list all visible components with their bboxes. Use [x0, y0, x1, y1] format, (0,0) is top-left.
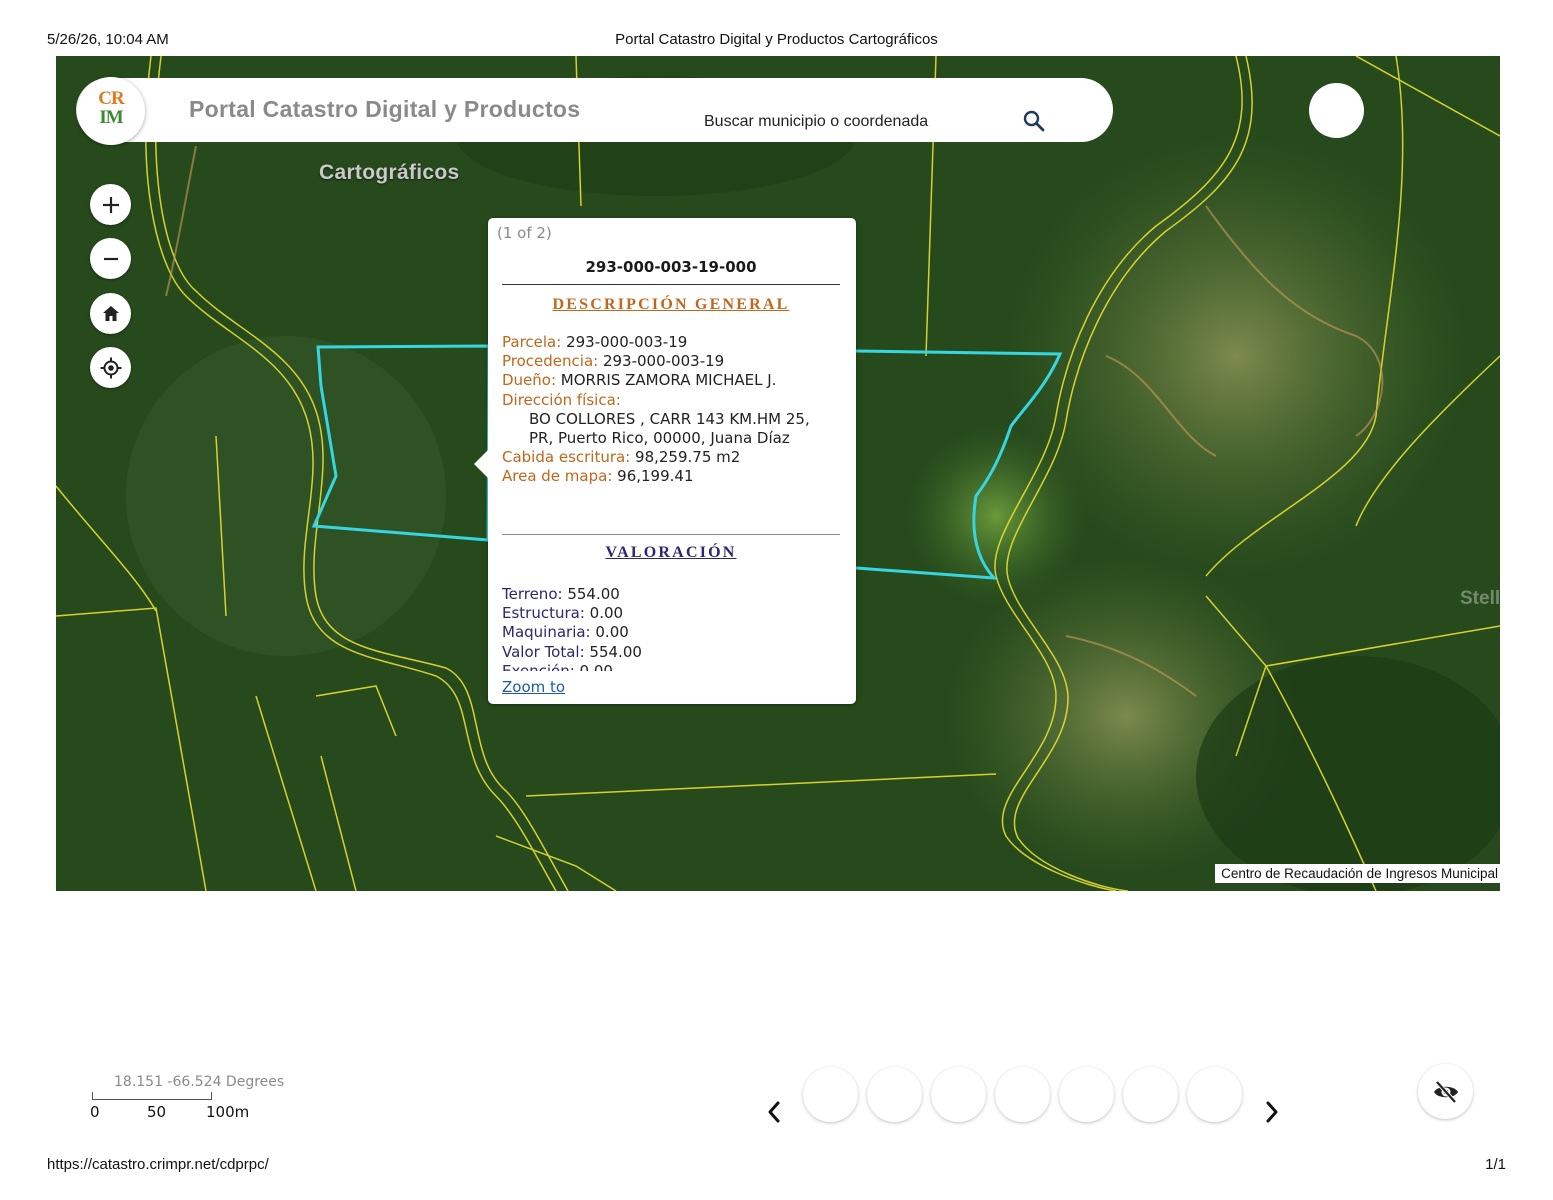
- scale-label-0: 0: [90, 1103, 100, 1121]
- scale-label-100: 100m: [206, 1103, 250, 1121]
- search-input[interactable]: [704, 109, 1004, 135]
- popup-pointer: [474, 450, 488, 478]
- scale-line: [92, 1092, 212, 1100]
- field-direccion-label: Dirección física:: [502, 390, 621, 409]
- crim-logo-mark: CR IM: [92, 89, 130, 131]
- field-dueno: Dueño: MORRIS ZAMORA MICHAEL J.: [502, 371, 777, 390]
- popup-title: 293-000-003-19-000: [502, 258, 840, 285]
- tool-button-2[interactable]: [867, 1067, 922, 1122]
- tool-button-3[interactable]: [931, 1067, 986, 1122]
- field-direccion-line1: BO COLLORES , CARR 143 KM.HM 25,: [529, 409, 810, 428]
- parcel-popup: (1 of 2) 293-000-003-19-000 DESCRIPCIÓN …: [474, 218, 856, 704]
- scale-label-50: 50: [147, 1103, 167, 1121]
- site-title-continued: Cartográficos: [319, 161, 460, 184]
- print-url: https://catastro.crimpr.net/cdprpc/: [47, 1156, 269, 1173]
- field-valor-total: Valor Total: 554.00: [502, 642, 642, 661]
- home-icon: [102, 305, 119, 321]
- site-title: Portal Catastro Digital y Productos: [189, 96, 581, 122]
- field-area: Area de mapa: 96,199.41: [502, 467, 694, 486]
- general-description-heading: DESCRIPCIÓN GENERAL: [552, 296, 790, 313]
- tool-button-4[interactable]: [995, 1067, 1050, 1122]
- zoom-in-button[interactable]: [90, 184, 131, 225]
- logo-line2: IM: [99, 107, 123, 128]
- eye-off-icon: [1433, 1080, 1458, 1103]
- field-maquinaria: Maquinaria: 0.00: [502, 623, 629, 642]
- valuation-fields: Terreno: 554.00 Estructura: 0.00 Maquina…: [502, 585, 642, 671]
- coordinate-readout: 18.151 -66.524 Degrees: [114, 1074, 285, 1090]
- mls-watermark: StellarMLS: [1460, 588, 1500, 609]
- crosshair-icon: [100, 357, 121, 378]
- locate-button[interactable]: [90, 347, 131, 388]
- field-direccion-line2: PR, Puerto Rico, 00000, Juana Díaz: [529, 429, 790, 448]
- map-view[interactable]: CR IM Portal Catastro Digital y Producto…: [56, 56, 1500, 891]
- field-parcela: Parcela: 293-000-003-19: [502, 333, 688, 351]
- tool-button-7[interactable]: [1187, 1067, 1242, 1122]
- popup-feature-count: (1 of 2): [497, 224, 552, 242]
- field-procedencia: Procedencia: 293-000-003-19: [502, 352, 725, 371]
- chevron-left-icon[interactable]: [764, 1099, 784, 1125]
- scale-bar: 18.151 -66.524 Degrees 0 50 100m: [89, 1072, 319, 1122]
- field-exencion: Exención: 0.00: [502, 661, 613, 671]
- visibility-toggle-button[interactable]: [1418, 1064, 1473, 1119]
- print-footer: https://catastro.crimpr.net/cdprpc/ 1/1: [47, 1156, 1506, 1174]
- section-divider: [502, 534, 840, 535]
- field-cabida: Cabida escritura: 98,259.75 m2: [502, 448, 741, 467]
- home-button[interactable]: [90, 293, 131, 334]
- logo-line1: CR: [98, 88, 124, 109]
- valuation-heading: VALORACIÓN: [605, 544, 737, 561]
- tool-button-6[interactable]: [1123, 1067, 1178, 1122]
- print-title: Portal Catastro Digital y Productos Cart…: [615, 31, 938, 48]
- popup-content[interactable]: Parcela: 293-000-003-19 Procedencia: 293…: [502, 333, 846, 671]
- zoom-out-button[interactable]: [90, 238, 131, 279]
- plus-icon: [102, 196, 119, 213]
- map-attribution: Centro de Recaudación de Ingresos Munici…: [1215, 864, 1500, 883]
- search-icon[interactable]: [1022, 109, 1046, 133]
- tool-button-5[interactable]: [1059, 1067, 1114, 1122]
- print-header: 5/26/26, 10:04 AM Portal Catastro Digita…: [47, 31, 1506, 49]
- zoom-to-link[interactable]: Zoom to: [502, 678, 565, 696]
- tool-button-1[interactable]: [803, 1067, 858, 1122]
- account-button[interactable]: [1309, 83, 1364, 138]
- logo[interactable]: CR IM: [77, 77, 145, 145]
- minus-icon: [103, 257, 118, 260]
- field-terreno: Terreno: 554.00: [502, 585, 620, 603]
- field-estructura: Estructura: 0.00: [502, 604, 624, 623]
- chevron-right-icon[interactable]: [1262, 1099, 1282, 1125]
- print-page-number: 1/1: [1485, 1156, 1506, 1173]
